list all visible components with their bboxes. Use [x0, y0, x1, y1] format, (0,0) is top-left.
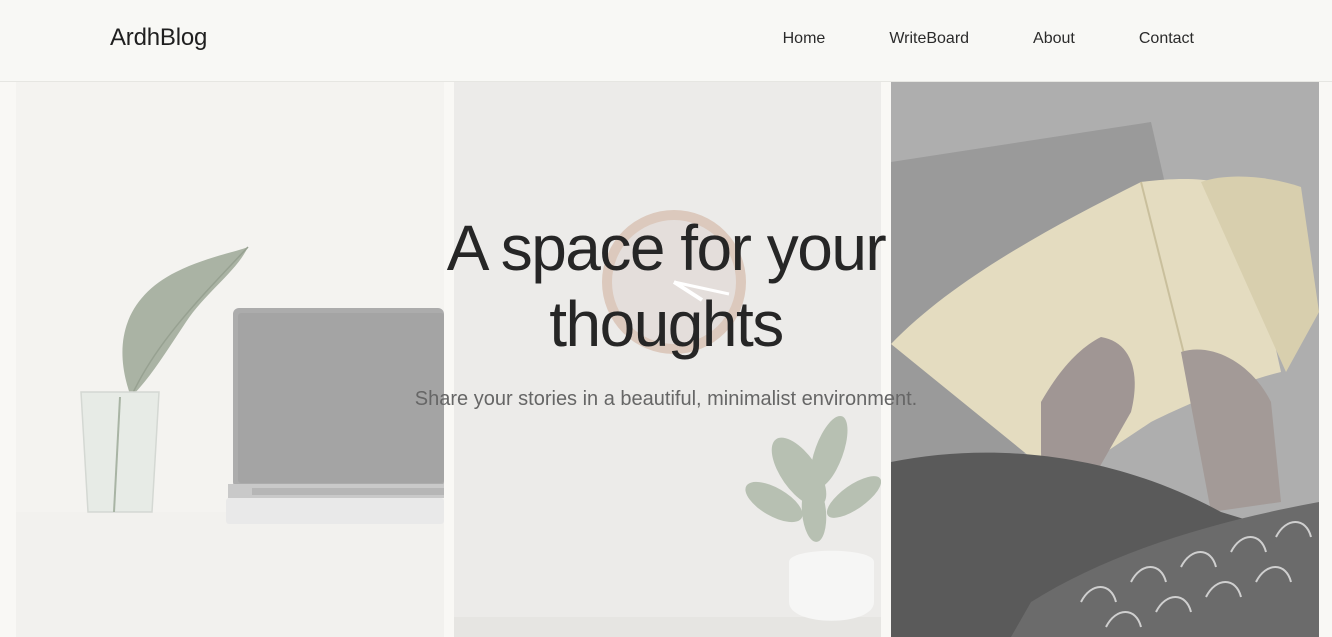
main-nav: Home WriteBoard About Contact [783, 30, 1194, 48]
nav-writeboard[interactable]: WriteBoard [889, 30, 969, 48]
site-header: ArdhBlog Home WriteBoard About Contact [0, 0, 1332, 82]
hero-subtitle: Share your stories in a beautiful, minim… [414, 388, 918, 410]
nav-home[interactable]: Home [783, 30, 826, 48]
nav-contact[interactable]: Contact [1139, 30, 1194, 48]
site-logo[interactable]: ArdhBlog [110, 24, 207, 52]
hero-headline: A space for your thoughts [446, 212, 887, 360]
hero-content: A space for your thoughts Share your sto… [0, 82, 1332, 637]
nav-about[interactable]: About [1033, 30, 1075, 48]
hero-section: A space for your thoughts Share your sto… [0, 82, 1332, 637]
